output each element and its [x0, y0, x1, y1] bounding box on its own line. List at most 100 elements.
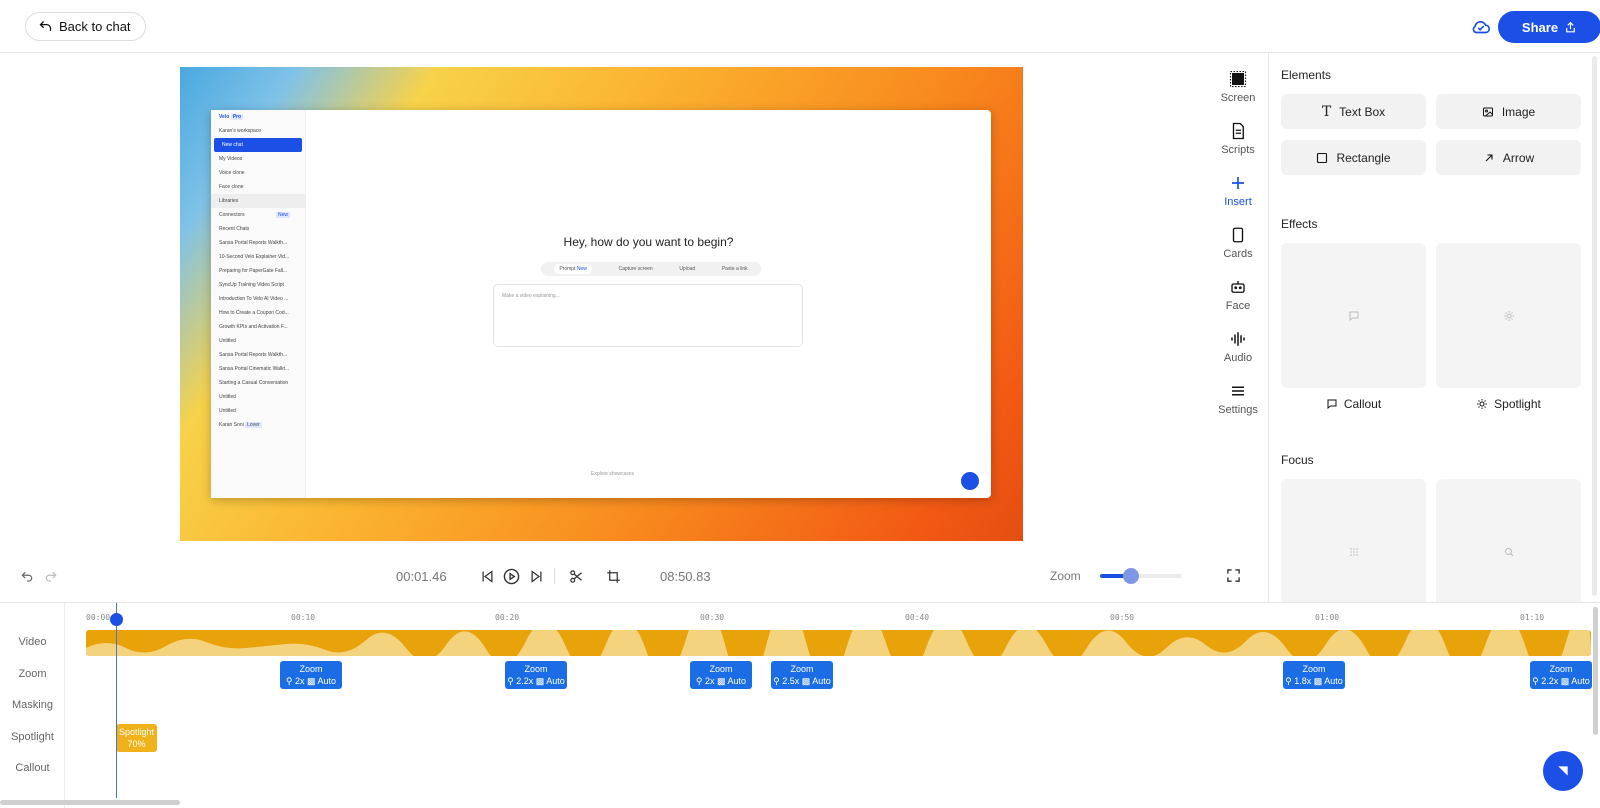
- zoom-clip[interactable]: Zoom ⚲ 1.8x ▩ Auto: [1283, 661, 1345, 689]
- ruler-tick: 01:10: [1520, 613, 1545, 622]
- spotlight-label[interactable]: Spotlight: [1436, 397, 1581, 411]
- preview-nav-item: Libraries: [211, 194, 305, 208]
- preview-sidebar: Velo Pro Karan's workspace New chat My V…: [211, 110, 306, 498]
- zoom-clip[interactable]: Zoom ⚲ 2x ▩ Auto: [280, 661, 342, 689]
- focus-blur-card[interactable]: [1281, 479, 1426, 603]
- elements-title: Elements: [1281, 68, 1332, 82]
- preview-recent-item: Sansa Portal Cinematic Walkt...: [219, 366, 290, 372]
- preview-fab: [961, 472, 979, 490]
- preview-nav-item: Face clone: [219, 184, 244, 190]
- tool-scripts[interactable]: Scripts: [1208, 122, 1268, 156]
- zoom-clip[interactable]: Zoom ⚲ 2.5x ▩ Auto: [771, 661, 833, 689]
- preview-recent-item: Untitled: [219, 338, 236, 344]
- share-label: Share: [1521, 19, 1559, 35]
- audio-waveform: [86, 630, 1591, 656]
- skip-forward-icon[interactable]: [529, 569, 544, 584]
- insert-panel: Elements T Text Box Image Rectangle Arro…: [1268, 53, 1600, 603]
- ruler-tick: 00:10: [291, 613, 316, 622]
- text-icon: T: [1321, 103, 1332, 120]
- preview-recent-item: SyncUp Training Video Script: [219, 282, 284, 288]
- card-icon: [1232, 227, 1244, 243]
- undo-icon[interactable]: [20, 570, 34, 584]
- reply-icon: [39, 21, 52, 31]
- video-preview[interactable]: Velo Pro Karan's workspace New chat My V…: [180, 67, 1023, 541]
- back-label: Back to chat: [59, 19, 131, 34]
- preview-nav-item: Connectors New: [219, 212, 290, 218]
- track-labels: Video Zoom Masking Spotlight Callout: [0, 603, 65, 808]
- track-label-zoom: Zoom: [18, 668, 47, 680]
- playback-controls: 00:01.46 08:50.83 Zoom: [0, 560, 1268, 600]
- playhead-handle[interactable]: [110, 613, 123, 626]
- tool-audio[interactable]: Audio: [1208, 330, 1268, 364]
- track-label-video: Video: [18, 636, 47, 648]
- back-to-chat-button[interactable]: Back to chat: [25, 12, 146, 41]
- help-chat-button[interactable]: [1543, 751, 1583, 791]
- preview-nav-item: Voice clone: [219, 170, 245, 176]
- preview-recent-label: Recent Chats: [219, 226, 250, 232]
- fullscreen-icon[interactable]: [1226, 568, 1241, 583]
- preview-recent-item: Sansa Portal Reports Walkth...: [219, 240, 288, 246]
- image-button[interactable]: Image: [1436, 94, 1581, 129]
- skip-back-icon[interactable]: [480, 569, 495, 584]
- zoom-slider[interactable]: [1100, 568, 1182, 584]
- preview-recent-item: Sansa Portal Reports Walkth...: [219, 352, 288, 358]
- menu-icon: [1232, 386, 1244, 396]
- preview-recent-item: Preparing for PaperGate Fall...: [219, 268, 288, 274]
- waveform-icon: [1231, 332, 1245, 346]
- tool-face[interactable]: Face: [1208, 278, 1268, 312]
- play-icon[interactable]: [503, 568, 520, 585]
- panel-scrollbar[interactable]: [1592, 56, 1597, 596]
- crop-icon[interactable]: [606, 569, 621, 584]
- zoom-clip[interactable]: Zoom ⚲ 2x ▩ Auto: [690, 661, 752, 689]
- current-time: 00:01.46: [396, 568, 447, 584]
- zoom-clip[interactable]: Zoom ⚲ 2.2x ▩ Auto: [1530, 661, 1592, 689]
- preview-logo: Velo Pro: [219, 114, 244, 120]
- zoom-slider-handle[interactable]: [1123, 568, 1140, 584]
- track-label-callout: Callout: [15, 762, 50, 774]
- playhead-line: [116, 603, 117, 798]
- ruler-tick: 00:40: [905, 613, 930, 622]
- timeline-vertical-scrollbar[interactable]: [1593, 607, 1598, 735]
- ruler-tick: 00:20: [495, 613, 520, 622]
- script-icon: [1232, 122, 1244, 140]
- preview-recent-item: How to Create a Coupon Cod...: [219, 310, 289, 316]
- top-bar: Back to chat Share: [0, 0, 1600, 53]
- text-box-button[interactable]: T Text Box: [1281, 94, 1426, 129]
- preview-recent-item: 10-Second Velo Explainer Vid...: [219, 254, 290, 260]
- tool-insert[interactable]: Insert: [1208, 174, 1268, 208]
- focus-magnify-card[interactable]: [1436, 479, 1581, 603]
- preview-tabs: Prompt New Capture screen Upload Paste a…: [541, 262, 761, 276]
- rectangle-button[interactable]: Rectangle: [1281, 140, 1426, 175]
- spotlight-icon: [1503, 310, 1514, 321]
- scissors-icon[interactable]: [569, 569, 584, 584]
- magnify-icon: [1504, 547, 1513, 556]
- spotlight-clip[interactable]: Spotlight 70%: [116, 724, 157, 752]
- spotlight-card[interactable]: [1436, 243, 1581, 388]
- share-icon: [1566, 21, 1575, 32]
- cloud-sync-icon[interactable]: [1470, 16, 1492, 38]
- callout-label[interactable]: Callout: [1281, 397, 1426, 411]
- tool-cards[interactable]: Cards: [1208, 226, 1268, 260]
- spotlight-icon: [1477, 399, 1488, 409]
- rectangle-icon: [1317, 152, 1328, 163]
- timeline-horizontal-scrollbar[interactable]: [0, 800, 180, 805]
- zoom-clip[interactable]: Zoom ⚲ 2.2x ▩ Auto: [505, 661, 567, 689]
- image-icon: [1482, 107, 1493, 116]
- share-button[interactable]: Share: [1498, 11, 1600, 43]
- blur-icon: [1349, 547, 1358, 556]
- ruler-tick: 01:00: [1315, 613, 1340, 622]
- redo-icon[interactable]: [44, 570, 58, 584]
- tool-settings[interactable]: Settings: [1208, 382, 1268, 416]
- timeline: Video Zoom Masking Spotlight Callout 00:…: [0, 602, 1600, 808]
- ruler-tick: 00:30: [700, 613, 725, 622]
- preview-explore: Explore showcases: [591, 471, 635, 477]
- track-label-masking: Masking: [12, 699, 53, 711]
- preview-app-window: Velo Pro Karan's workspace New chat My V…: [211, 110, 991, 498]
- arrow-button[interactable]: Arrow: [1436, 140, 1581, 175]
- tool-screen[interactable]: Screen: [1208, 70, 1268, 104]
- callout-card[interactable]: [1281, 243, 1426, 388]
- effects-title: Effects: [1281, 217, 1318, 231]
- preview-recent-item: Untitled: [219, 394, 236, 400]
- chat-cursor-icon: [1558, 766, 1568, 776]
- video-clip[interactable]: [86, 630, 1591, 656]
